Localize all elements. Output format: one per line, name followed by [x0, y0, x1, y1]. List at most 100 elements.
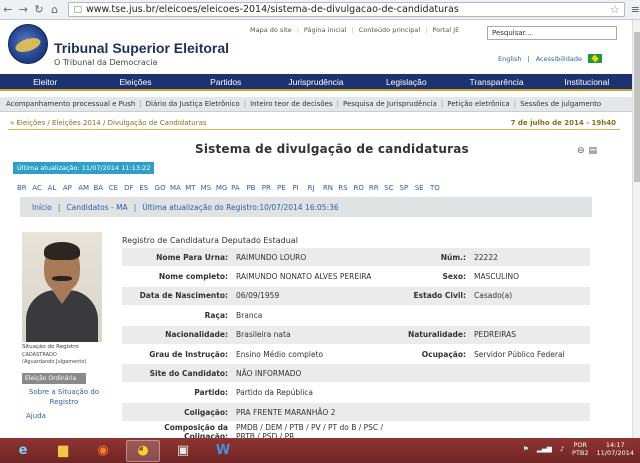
detail-row: Nome Para Urna: RAIMUNDO LOURO Núm.: 22222: [122, 248, 590, 266]
crumb-inicio[interactable]: Início: [32, 203, 52, 212]
nav-institucional[interactable]: Institucional: [542, 77, 632, 87]
situacao-value: CADASTRADO: [22, 352, 57, 358]
field-label: Núm.:: [440, 252, 466, 262]
state-link-sp[interactable]: SP: [399, 184, 414, 192]
field-label: Site do Candidato:: [149, 368, 228, 378]
state-link-am[interactable]: AM: [78, 184, 93, 192]
state-link-rj[interactable]: RJ: [308, 184, 323, 192]
ie-icon[interactable]: e: [6, 440, 40, 462]
flag-icon[interactable]: ⚑: [523, 445, 529, 453]
state-link-pi[interactable]: PI: [292, 184, 307, 192]
sobre-situacao-link[interactable]: Sobre a Situação do Registro: [26, 387, 102, 407]
state-link-rr[interactable]: RR: [369, 184, 384, 192]
state-link-mg[interactable]: MG: [216, 184, 231, 192]
back-circle-icon[interactable]: ⊖: [577, 146, 585, 156]
state-link-go[interactable]: GO: [155, 184, 170, 192]
word-icon[interactable]: W: [206, 440, 240, 462]
top-link-portal[interactable]: Portal JE: [432, 26, 459, 34]
detail-row: Raça: Branca: [122, 306, 590, 324]
state-link-ba[interactable]: BA: [93, 184, 108, 192]
back-icon[interactable]: ←: [0, 2, 16, 18]
state-link-to[interactable]: TO: [430, 184, 445, 192]
search-input[interactable]: Pesquisar...: [487, 26, 617, 40]
state-link-pa[interactable]: PA: [231, 184, 246, 192]
field-value: 22222: [474, 252, 498, 262]
state-link-pr[interactable]: PR: [262, 184, 277, 192]
tse-logo[interactable]: [8, 24, 48, 64]
volume-icon[interactable]: ♪: [560, 445, 564, 453]
english-link[interactable]: English: [498, 55, 521, 63]
lang-layout: PTB2: [572, 449, 589, 457]
subnav-inteiro-teor[interactable]: Inteiro teor de decisões: [250, 100, 333, 108]
subnav-acompanhamento[interactable]: Acompanhamento processual e Push: [6, 100, 135, 108]
address-bar[interactable]: □ www.tse.jus.br/eleicoes/eleicoes-2014/…: [68, 2, 625, 17]
home-icon[interactable]: ⌂: [47, 2, 63, 18]
scrollbar[interactable]: [632, 20, 640, 438]
lang-indicator[interactable]: POR PTB2: [572, 441, 589, 457]
separator: |: [57, 202, 61, 212]
state-link-ms[interactable]: MS: [201, 184, 216, 192]
forward-icon[interactable]: →: [16, 2, 32, 18]
top-link-inicial[interactable]: Página inicial: [304, 26, 347, 34]
site-title[interactable]: Tribunal Superior Eleitoral: [54, 40, 229, 56]
state-link-ap[interactable]: AP: [63, 184, 78, 192]
state-link-br[interactable]: BR: [17, 184, 32, 192]
field-label: Ocupação:: [421, 349, 466, 359]
clock[interactable]: 14:17 11/07/2014: [597, 441, 634, 457]
state-link-ro[interactable]: RO: [354, 184, 369, 192]
nav-partidos[interactable]: Partidos: [181, 77, 271, 87]
state-link-df[interactable]: DF: [124, 184, 139, 192]
nav-transparencia[interactable]: Transparência: [451, 77, 541, 87]
app-icon[interactable]: ▣: [166, 440, 200, 462]
nav-eleicoes[interactable]: Eleições: [90, 77, 180, 87]
subnav-peticao[interactable]: Petição eletrônica: [447, 100, 509, 108]
file-explorer-icon[interactable]: ▆: [46, 440, 80, 462]
scrollbar-thumb[interactable]: [634, 32, 640, 182]
acessibilidade-link[interactable]: Acessibilidade: [536, 55, 582, 63]
chrome-icon[interactable]: ◕: [126, 439, 160, 462]
state-link-al[interactable]: AL: [48, 184, 63, 192]
subnav-pesquisa[interactable]: Pesquisa de Jurisprudência: [343, 100, 437, 108]
crumb-candidatos[interactable]: Candidatos - MA: [66, 203, 127, 212]
media-player-icon[interactable]: ◉: [86, 440, 120, 462]
brazil-flag-icon[interactable]: [587, 54, 602, 63]
subnav-sessoes[interactable]: Sessões de julgamento: [520, 100, 601, 108]
page-title: Sistema de divulgação de candidaturas: [195, 142, 469, 156]
state-link-ma[interactable]: MA: [170, 184, 185, 192]
nav-legislacao[interactable]: Legislação: [361, 77, 451, 87]
lang-code: POR: [573, 441, 588, 449]
state-link-mt[interactable]: MT: [185, 184, 200, 192]
top-link-mapa[interactable]: Mapa do site: [250, 26, 292, 34]
menu-icon[interactable]: ≡: [631, 3, 640, 16]
state-link-sc[interactable]: SC: [384, 184, 399, 192]
state-link-ac[interactable]: AC: [32, 184, 47, 192]
breadcrumb-date: 7 de julho de 2014 - 19h40: [510, 119, 616, 127]
ajuda-link[interactable]: Ajuda: [26, 412, 46, 420]
state-link-pe[interactable]: PE: [277, 184, 292, 192]
state-link-ce[interactable]: CE: [109, 184, 124, 192]
subnav-diario[interactable]: Diário da Justiça Eletrônico: [146, 100, 240, 108]
clock-time: 14:17: [605, 441, 625, 449]
state-link-rs[interactable]: RS: [338, 184, 353, 192]
state-link-pb[interactable]: PB: [246, 184, 261, 192]
browser-toolbar: ← → ↻ ⌂ □ www.tse.jus.br/eleicoes/eleico…: [0, 0, 640, 20]
print-icon[interactable]: ▤: [589, 146, 598, 156]
clock-date: 11/07/2014: [596, 449, 634, 457]
nav-eleitor[interactable]: Eleitor: [0, 77, 90, 87]
state-link-rn[interactable]: RN: [323, 184, 338, 192]
top-link-conteudo[interactable]: Conteúdo principal: [359, 26, 421, 34]
nav-jurisprudencia[interactable]: Jurisprudência: [271, 77, 361, 87]
sub-nav: Acompanhamento processual e Push | Diári…: [0, 97, 632, 112]
situacao-label: Situação do Registro: [22, 344, 79, 350]
network-icon[interactable]: ▂▄▆: [537, 445, 552, 453]
bookmark-star-icon[interactable]: ☆: [610, 3, 620, 16]
state-link-es[interactable]: ES: [139, 184, 154, 192]
field-label: Estado Civil:: [413, 291, 466, 301]
breadcrumb-path[interactable]: » Eleições / Eleições 2014 / Divulgação …: [10, 119, 207, 127]
updated-badge: Última atualização: 11/07/2014 11:13:22: [13, 162, 155, 174]
eleicao-ordinaria-button[interactable]: Eleição Ordinária: [22, 373, 86, 384]
system-tray: ⚑ ▂▄▆ ♪ POR PTB2 14:17 11/07/2014: [523, 441, 634, 457]
reload-icon[interactable]: ↻: [31, 2, 47, 18]
state-link-se[interactable]: SE: [415, 184, 430, 192]
field-label: Sexo:: [442, 271, 466, 281]
